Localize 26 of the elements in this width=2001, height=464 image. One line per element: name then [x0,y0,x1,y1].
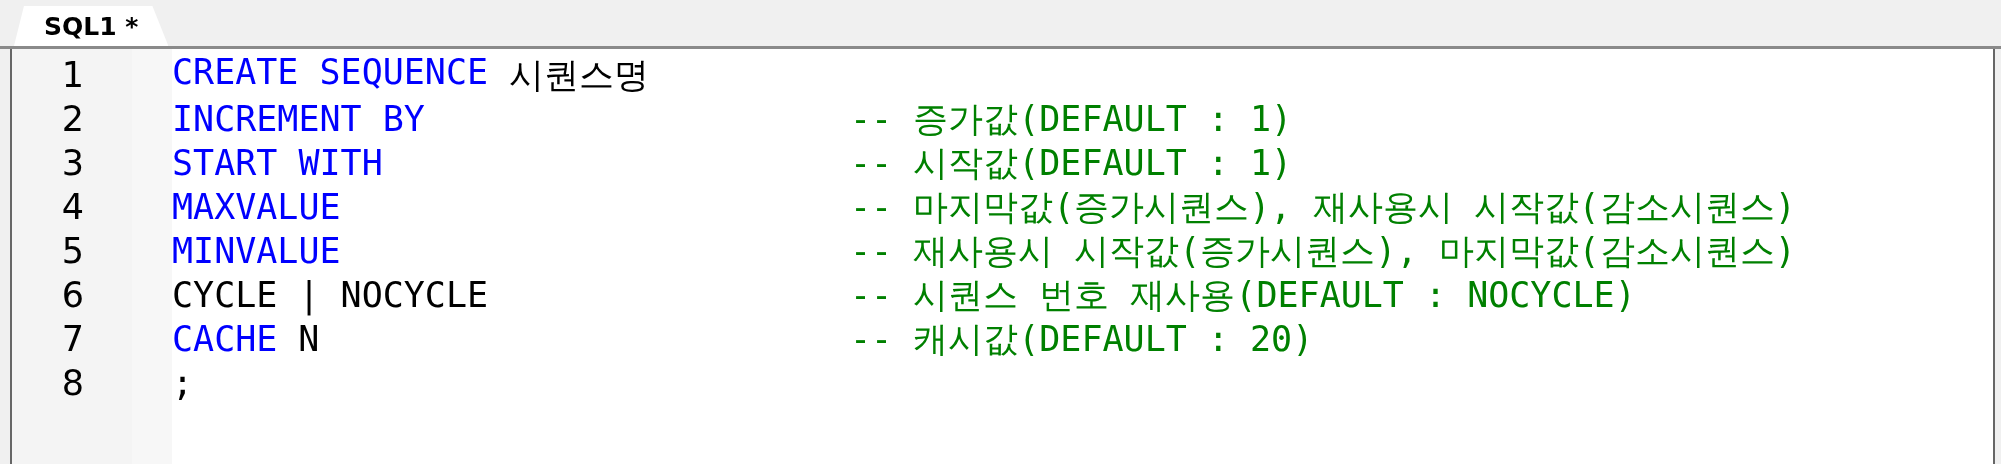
line-number: 4 [60,186,85,229]
code-comment: -- 시작값(DEFAULT : 1) [850,141,1293,185]
line-number: 2 [60,98,85,141]
code-comment: -- 캐시값(DEFAULT : 20) [850,317,1314,361]
sql-keyword: START WITH [172,143,383,183]
sql-keyword: MINVALUE [172,231,341,271]
line-number: 5 [60,230,85,273]
sql-keyword: CREATE SEQUENCE [172,51,489,94]
sql-keyword: CACHE [172,319,278,359]
editor-tab[interactable]: SQL1 * [14,6,169,46]
line-number: 6 [60,274,85,317]
code-comment: -- 마지막값(증가시퀀스), 재사용시 시작값(감소시퀀스) [850,185,1796,229]
code-text: N [298,319,320,359]
sql-keyword: MAXVALUE [172,187,341,227]
line-number: 1 [60,54,85,97]
code-text: ; [172,363,194,403]
sql-keyword: INCREMENT BY [172,99,425,139]
code-comment: -- 시퀀스 번호 재사용(DEFAULT : NOCYCLE) [850,273,1636,317]
line-number: 3 [60,142,85,185]
code-comment: -- 재사용시 시작값(증가시퀀스), 마지막값(감소시퀀스) [850,229,1796,273]
line-number: 8 [60,362,85,405]
code-comment: -- 증가값(DEFAULT : 1) [850,97,1293,141]
code-text: 시퀀스명 [509,53,650,97]
line-number: 7 [60,318,85,361]
code-text: CYCLE | NOCYCLE [172,275,489,315]
code-editor[interactable] [10,49,1995,464]
